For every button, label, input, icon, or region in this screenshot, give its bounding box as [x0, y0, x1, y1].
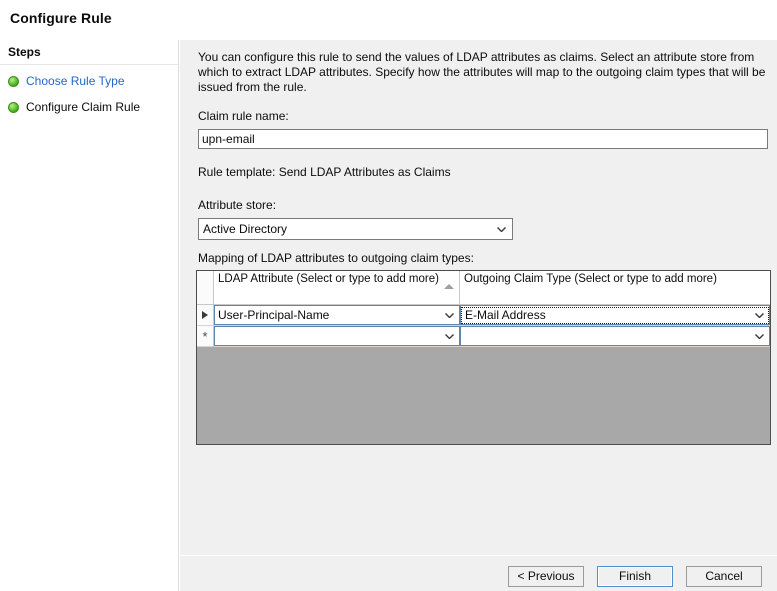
grid-column-header-ldap-attribute[interactable]: LDAP Attribute (Select or type to add mo… — [214, 271, 460, 304]
steps-sidebar: Steps Choose Rule Type Configure Claim R… — [0, 40, 179, 591]
wizard-window: Configure Rule Steps Choose Rule Type Co… — [0, 0, 777, 591]
table-row[interactable]: * — [197, 326, 770, 347]
chevron-down-icon[interactable] — [755, 306, 764, 324]
rule-template-label: Rule template: Send LDAP Attributes as C… — [198, 165, 451, 179]
green-dot-icon — [8, 101, 19, 113]
steps-list: Choose Rule Type Configure Claim Rule — [0, 68, 178, 120]
cell-outgoing-claim-type[interactable] — [460, 326, 770, 346]
green-dot-icon — [8, 75, 19, 87]
attribute-store-dropdown[interactable]: Active Directory — [198, 218, 513, 240]
sidebar-item-label: Choose Rule Type — [26, 74, 125, 88]
grid-column-header-label: Outgoing Claim Type (Select or type to a… — [464, 273, 717, 285]
chevron-down-icon[interactable] — [755, 327, 764, 345]
claim-mapping-grid[interactable]: LDAP Attribute (Select or type to add mo… — [196, 270, 771, 445]
claim-rule-name-input[interactable] — [198, 129, 768, 149]
grid-column-header-label: LDAP Attribute (Select or type to add mo… — [218, 273, 439, 285]
row-selector-triangle — [202, 311, 208, 319]
attribute-store-label: Attribute store: — [198, 198, 277, 212]
grid-empty-area — [197, 347, 770, 444]
grid-column-header-outgoing-claim-type[interactable]: Outgoing Claim Type (Select or type to a… — [460, 271, 770, 304]
table-row[interactable]: User-Principal-Name E-Mail Address — [197, 305, 770, 326]
previous-button[interactable]: < Previous — [508, 566, 584, 587]
claim-rule-name-label: Claim rule name: — [198, 109, 289, 123]
finish-button[interactable]: Finish — [597, 566, 673, 587]
cell-ldap-attribute-value: User-Principal-Name — [218, 308, 330, 322]
grid-corner-cell — [197, 271, 214, 304]
page-title: Configure Rule — [10, 10, 112, 26]
cell-outgoing-claim-type-value: E-Mail Address — [461, 306, 769, 324]
steps-header: Steps — [8, 45, 41, 59]
cell-ldap-attribute[interactable] — [214, 326, 460, 346]
chevron-down-icon[interactable] — [445, 327, 454, 345]
sidebar-item-configure-claim-rule[interactable]: Configure Claim Rule — [0, 94, 178, 120]
sidebar-item-choose-rule-type[interactable]: Choose Rule Type — [0, 68, 178, 94]
cancel-button[interactable]: Cancel — [686, 566, 762, 587]
cell-ldap-attribute[interactable]: User-Principal-Name — [214, 305, 460, 325]
sidebar-divider — [0, 64, 178, 65]
description-text: You can configure this rule to send the … — [198, 50, 766, 94]
attribute-store-value: Active Directory — [203, 222, 288, 236]
sort-ascending-icon — [444, 284, 454, 289]
footer-bar: < Previous Finish Cancel — [180, 556, 777, 591]
new-row-asterisk-icon[interactable]: * — [197, 326, 214, 346]
sidebar-item-label: Configure Claim Rule — [26, 100, 141, 114]
chevron-down-icon — [497, 219, 506, 239]
grid-header-row: LDAP Attribute (Select or type to add mo… — [197, 271, 770, 305]
new-row-marker: * — [202, 328, 208, 344]
chevron-down-icon[interactable] — [445, 306, 454, 324]
title-bar: Configure Rule — [0, 0, 777, 40]
cell-outgoing-claim-type[interactable]: E-Mail Address — [460, 305, 770, 325]
mapping-label: Mapping of LDAP attributes to outgoing c… — [198, 251, 474, 265]
row-selector-arrow-icon[interactable] — [197, 305, 214, 325]
main-content-panel: You can configure this rule to send the … — [180, 40, 777, 555]
